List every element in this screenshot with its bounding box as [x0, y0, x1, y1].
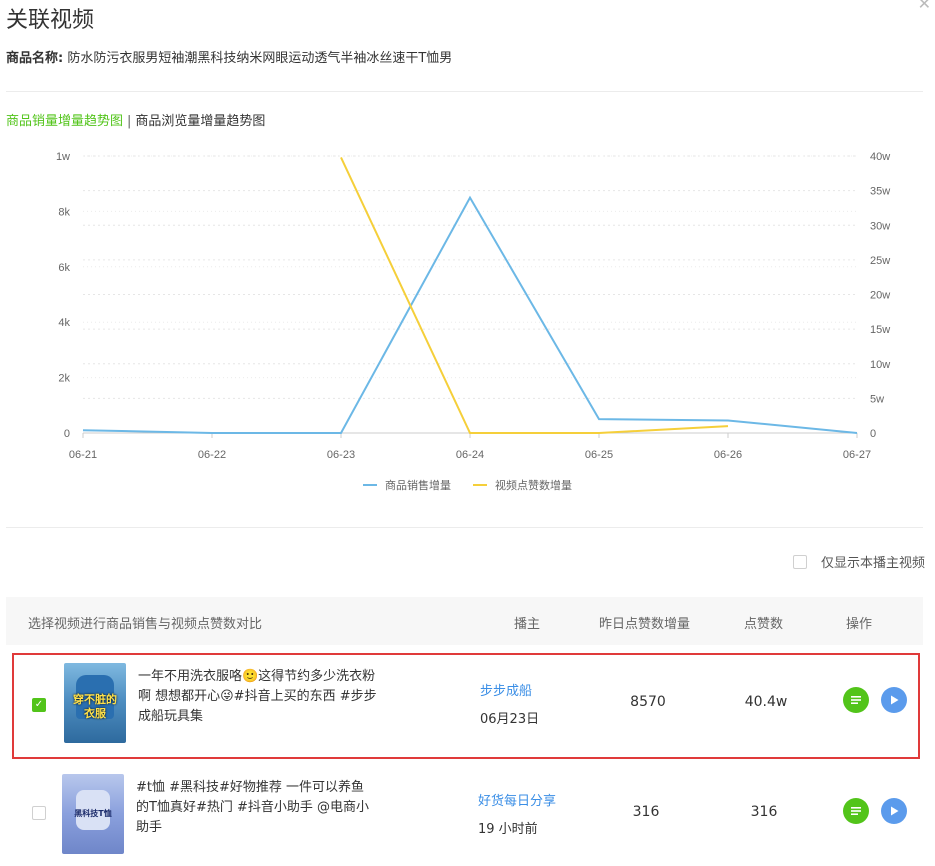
right-axis-tick: 25w: [870, 255, 890, 267]
left-axis-tick: 1w: [56, 151, 70, 163]
likes-value: 316: [750, 804, 778, 820]
list-icon: [851, 696, 861, 704]
thumbnail-caption: 黑科技T恤: [74, 809, 112, 818]
divider: [6, 91, 923, 92]
product-name: 防水防污衣服男短袖潮黑科技纳米网眼运动透气半袖冰丝速干T恤男: [67, 51, 453, 66]
thumbnail-caption: 穿不脏的衣服: [73, 693, 117, 720]
publish-time: 19 小时前: [478, 822, 538, 837]
row-checkbox[interactable]: ✓: [32, 698, 46, 712]
tab-sales-trend[interactable]: 商品销量增量趋势图: [6, 114, 123, 129]
divider: [6, 527, 923, 528]
play-button[interactable]: [881, 687, 907, 713]
left-axis-tick: 2k: [58, 373, 70, 385]
publish-time: 06月23日: [480, 712, 540, 727]
trend-chart: 0 5w 10w 15w 20w 25w 30w 35w 40w 0 2k 4k 6k 8k 1w 06-21…: [56, 151, 890, 492]
play-icon: [891, 695, 899, 705]
legend-label: 视频点赞数增量: [495, 478, 572, 492]
left-axis-tick: 0: [64, 428, 70, 440]
right-axis-tick: 35w: [870, 186, 890, 198]
header-likes-increase: 昨日点赞数增量: [599, 617, 691, 632]
left-axis-tick: 4k: [58, 317, 70, 329]
header-likes: 点赞数: [744, 617, 784, 632]
right-axis-tick: 10w: [870, 359, 890, 371]
left-axis-tick: 8k: [58, 206, 70, 218]
right-axis-tick: 40w: [870, 151, 890, 163]
tab-separator: |: [127, 114, 132, 129]
legend-label: 商品销售增量: [385, 478, 451, 492]
header-anchor: 播主: [514, 617, 541, 632]
x-axis-tick: 06-23: [327, 449, 355, 461]
right-axis-tick: 15w: [870, 324, 890, 336]
video-thumbnail[interactable]: 穿不脏的衣服: [64, 663, 126, 743]
only-anchor-filter[interactable]: 仅显示本播主视频: [792, 552, 925, 571]
header-actions: 操作: [846, 617, 873, 632]
x-axis-tick: 06-27: [843, 449, 871, 461]
video-description: 一年不用洗衣服咯🙂这得节约多少洗衣粉啊 想想都开心😜#抖音上买的东西 #步步成船…: [138, 669, 377, 724]
anchor-link[interactable]: 好货每日分享: [478, 790, 556, 809]
only-anchor-label: 仅显示本播主视频: [820, 556, 925, 571]
table-row[interactable]: ✓ 穿不脏的衣服 一年不用洗衣服咯🙂这得节约多少洗衣粉啊 想想都开心😜#抖音上买…: [12, 653, 920, 759]
x-axis-tick: 06-21: [69, 449, 97, 461]
only-anchor-checkbox[interactable]: [792, 554, 807, 569]
right-axis-tick: 30w: [870, 220, 890, 232]
tab-views-trend[interactable]: 商品浏览量增量趋势图: [135, 114, 265, 129]
play-icon: [891, 806, 899, 816]
x-axis-tick: 06-24: [456, 449, 484, 461]
detail-button[interactable]: [843, 798, 869, 824]
play-button[interactable]: [881, 798, 907, 824]
likes-increase-value: 8570: [630, 694, 666, 710]
right-axis-tick: 20w: [870, 290, 890, 302]
right-axis-tick: 5w: [870, 393, 884, 405]
product-label: 商品名称:: [6, 51, 64, 66]
close-icon[interactable]: ✕: [918, 0, 931, 13]
series-line: [82, 195, 858, 434]
list-icon: [851, 807, 861, 815]
table-header: 选择视频进行商品销售与视频点赞数对比 播主 昨日点赞数增量 点赞数 操作: [6, 597, 923, 645]
product-info: 商品名称: 防水防污衣服男短袖潮黑科技纳米网眼运动透气半袖冰丝速干T恤男: [6, 47, 452, 66]
header-select: 选择视频进行商品销售与视频点赞数对比: [28, 617, 263, 632]
dialog-title: 关联视频: [6, 8, 95, 33]
likes-increase-value: 316: [632, 804, 660, 820]
x-axis-tick: 06-26: [714, 449, 742, 461]
video-description: #t恤 #黑科技#好物推荐 一件可以养鱼的T恤真好#热门 #抖音小助手 @电商小…: [136, 780, 369, 835]
x-axis-tick: 06-25: [585, 449, 613, 461]
detail-button[interactable]: [843, 687, 869, 713]
chart-tabs: 商品销量增量趋势图 | 商品浏览量增量趋势图: [6, 110, 265, 129]
anchor-link[interactable]: 步步成船: [480, 680, 532, 699]
video-thumbnail[interactable]: 黑科技T恤: [62, 774, 124, 854]
series-line: [340, 156, 729, 434]
likes-value: 40.4w: [744, 694, 788, 710]
x-axis-tick: 06-22: [198, 449, 226, 461]
table-row[interactable]: 黑科技T恤 #t恤 #黑科技#好物推荐 一件可以养鱼的T恤真好#热门 #抖音小助…: [12, 768, 920, 864]
left-axis-tick: 6k: [58, 262, 70, 274]
right-axis-tick: 0: [870, 428, 876, 440]
row-checkbox[interactable]: [32, 806, 46, 820]
